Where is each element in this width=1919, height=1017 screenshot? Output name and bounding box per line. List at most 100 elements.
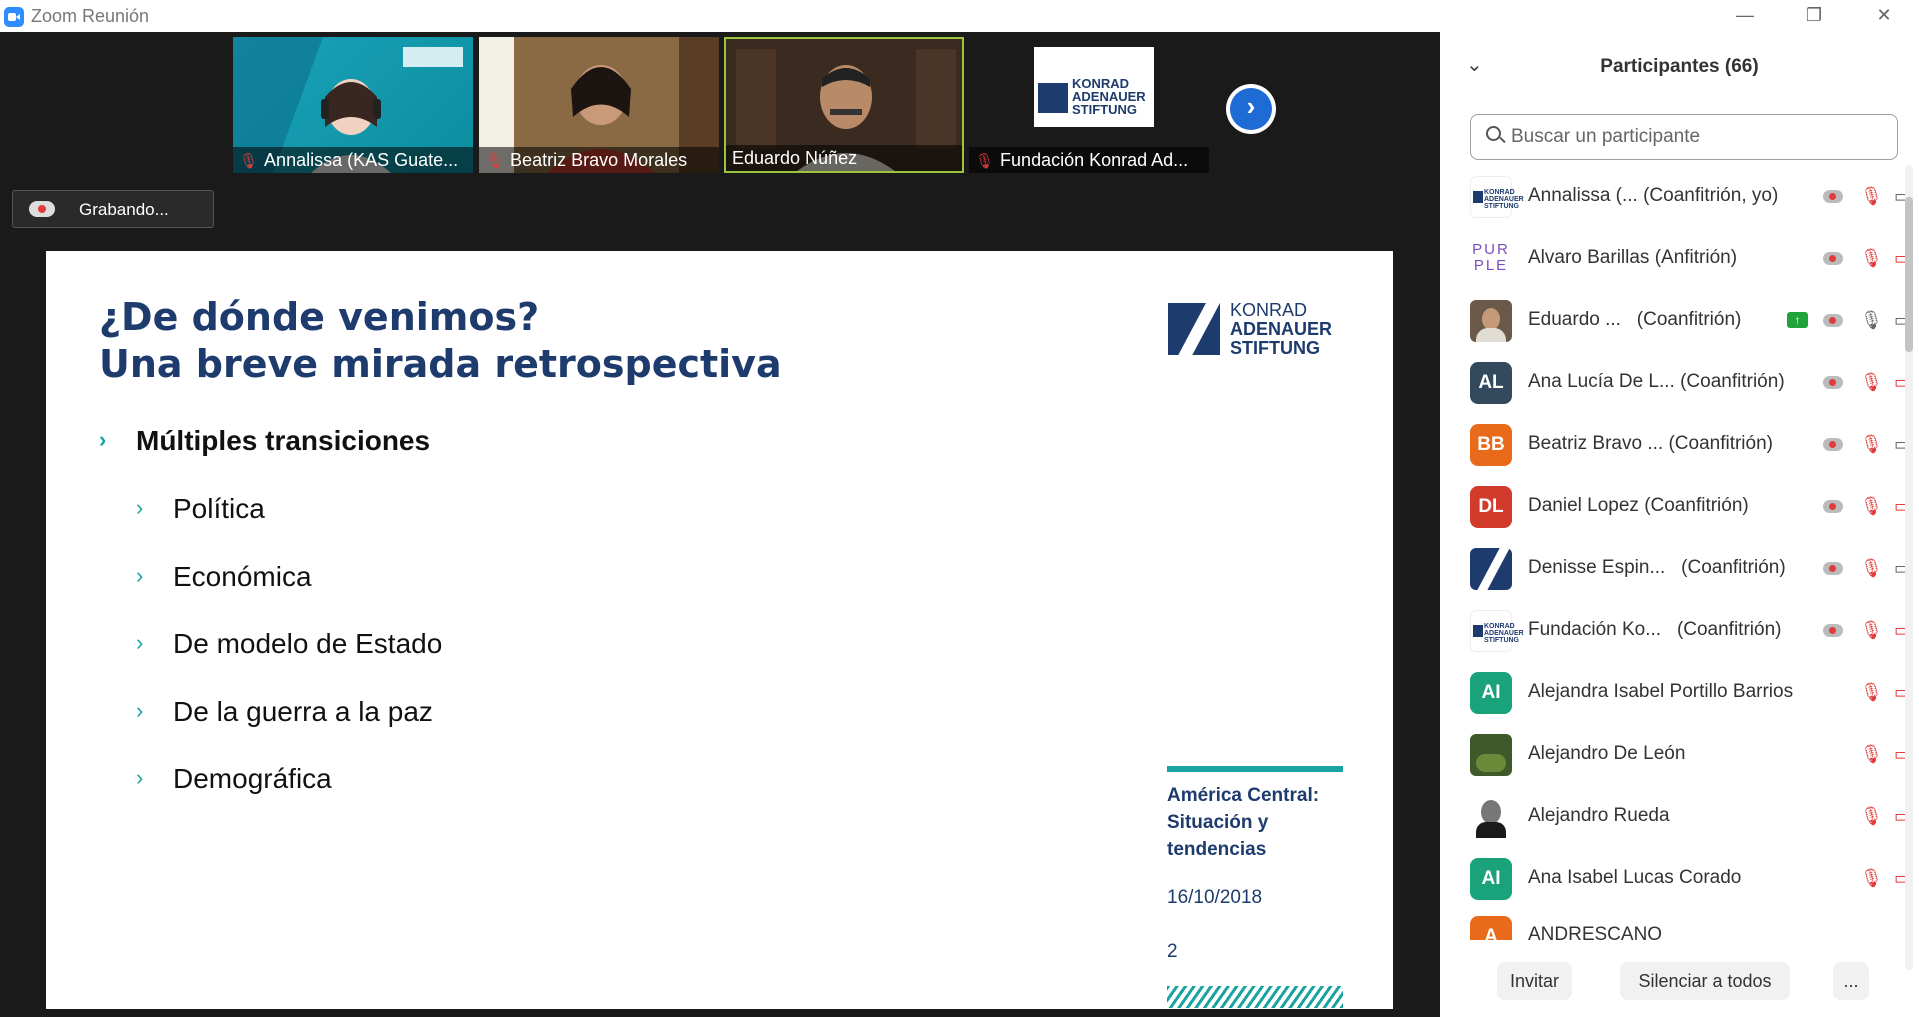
participant-search[interactable] bbox=[1470, 114, 1898, 160]
participant-name: Eduardo ... (Coanfitrión) bbox=[1528, 309, 1742, 330]
participant-row[interactable]: Alejandro Rueda 🎙 ▭ bbox=[1470, 792, 1911, 842]
mic-off-icon[interactable]: 🎙 bbox=[1860, 248, 1883, 269]
invite-button[interactable]: Invitar bbox=[1497, 962, 1572, 1000]
mic-off-icon[interactable]: 🎙 bbox=[1860, 682, 1883, 703]
participant-row[interactable]: AL Ana Lucía De L... (Coanfitrión) 🎙 ▭ bbox=[1470, 358, 1911, 408]
participant-name: Ana Lucía De L... (Coanfitrión) bbox=[1528, 371, 1785, 392]
recording-icon bbox=[1823, 252, 1843, 265]
participant-avatar: A bbox=[1470, 916, 1512, 940]
video-area: 🎙 Annalissa (KAS Guate... 🎙 Beatriz Bravo … bbox=[0, 32, 1440, 1017]
restore-button[interactable]: ❐ bbox=[1779, 0, 1849, 32]
chevron-bullet-icon: › bbox=[136, 495, 144, 520]
recording-icon bbox=[1823, 624, 1843, 637]
participant-avatar: KONRAD ADENAUER STIFTUNG bbox=[1470, 176, 1524, 218]
panel-title: Participantes (66) bbox=[1600, 56, 1759, 77]
video-thumb[interactable]: 🎙 Annalissa (KAS Guate... bbox=[233, 37, 473, 173]
video-thumb-active[interactable]: Eduardo Núñez bbox=[724, 37, 964, 173]
participant-avatar bbox=[1470, 300, 1512, 342]
bullet-item: › De la guerra a la paz bbox=[136, 696, 433, 727]
participant-name: Alejandra Isabel Portillo Barrios bbox=[1528, 681, 1794, 702]
participant-row[interactable]: Eduardo ... (Coanfitrión) ↑ 🎙 ▭ bbox=[1470, 296, 1911, 346]
divider bbox=[1167, 766, 1343, 772]
participant-row[interactable]: KONRAD ADENAUER STIFTUNG Annalissa (... (C… bbox=[1470, 172, 1911, 222]
mute-all-button[interactable]: Silenciar a todos bbox=[1620, 962, 1790, 1000]
participant-avatar bbox=[1470, 734, 1512, 776]
kas-mark-icon bbox=[1168, 303, 1220, 355]
participant-avatar: PUR PLE bbox=[1470, 238, 1512, 280]
recording-icon bbox=[1823, 376, 1843, 389]
recording-icon bbox=[1823, 562, 1843, 575]
recording-icon bbox=[1823, 190, 1843, 203]
bullet-item: › Demográfica bbox=[136, 763, 332, 794]
minimize-button[interactable]: — bbox=[1710, 0, 1780, 32]
participants-scrollbar[interactable] bbox=[1905, 165, 1913, 970]
shared-slide: ¿De dónde venimos? Una breve mirada retr… bbox=[46, 251, 1393, 1009]
mic-off-icon[interactable]: 🎙 bbox=[1860, 744, 1883, 765]
search-input[interactable] bbox=[1511, 125, 1881, 149]
participant-name: Beatriz Bravo ... (Coanfitrión) bbox=[1528, 433, 1773, 454]
participant-avatar: AL bbox=[1470, 362, 1512, 404]
participant-name: Alejandro De León bbox=[1528, 743, 1686, 764]
slide-title: ¿De dónde venimos? Una breve mirada retr… bbox=[99, 295, 782, 386]
slide-date: 16/10/2018 bbox=[1167, 887, 1263, 908]
more-options-button[interactable]: ... bbox=[1833, 962, 1869, 1000]
screen-share-icon: ↑ bbox=[1787, 312, 1808, 328]
mic-off-icon[interactable]: 🎙 bbox=[1860, 186, 1883, 207]
participant-avatar: BB bbox=[1470, 424, 1512, 466]
kas-logo: KONRAD ADENAUER STIFTUNG bbox=[1034, 47, 1154, 127]
cloud-record-icon bbox=[29, 201, 55, 217]
recording-badge[interactable]: Grabando... bbox=[12, 190, 214, 228]
mic-off-icon[interactable]: 🎙 bbox=[1860, 620, 1883, 641]
scrollbar-thumb[interactable] bbox=[1905, 197, 1913, 352]
mic-on-icon[interactable]: 🎙 bbox=[1860, 310, 1883, 331]
participant-row[interactable]: KONRAD ADENAUER STIFTUNG Fundación Ko... (… bbox=[1470, 606, 1911, 656]
recording-icon bbox=[1823, 314, 1843, 327]
participant-row[interactable]: AI Ana Isabel Lucas Corado 🎙 ▭ bbox=[1470, 854, 1911, 904]
participant-avatar: DL bbox=[1470, 486, 1512, 528]
chevron-bullet-icon: › bbox=[136, 563, 144, 588]
participant-name: Fundación Ko... (Coanfitrión) bbox=[1528, 619, 1782, 640]
participant-row[interactable]: A ANDRESCANO bbox=[1470, 916, 1900, 940]
participant-row[interactable]: BB Beatriz Bravo ... (Coanfitrión) 🎙 ▭ bbox=[1470, 420, 1911, 470]
chevron-right-icon: › bbox=[1246, 91, 1256, 121]
mic-off-icon[interactable]: 🎙 bbox=[1860, 806, 1883, 827]
bullet-item: › Política bbox=[136, 493, 265, 524]
search-icon bbox=[1486, 126, 1501, 141]
participant-row[interactable]: DL Daniel Lopez (Coanfitrión) 🎙 ▭ bbox=[1470, 482, 1911, 532]
mic-off-icon: 🎙 bbox=[975, 153, 995, 170]
participant-name: 🎙 Annalissa (KAS Guate... bbox=[233, 147, 473, 173]
mic-off-icon: 🎙 bbox=[239, 153, 259, 170]
recording-icon bbox=[1823, 500, 1843, 513]
participant-avatar: AI bbox=[1470, 858, 1512, 900]
participant-row[interactable]: AI Alejandra Isabel Portillo Barrios 🎙 ▭ bbox=[1470, 668, 1911, 718]
chevron-bullet-icon: › bbox=[136, 630, 144, 655]
video-thumb[interactable]: 🎙 Beatriz Bravo Morales bbox=[479, 37, 719, 173]
window-title: Zoom Reunión bbox=[31, 6, 150, 26]
participant-row[interactable]: Denisse Espin... (Coanfitrión) 🎙 ▭ bbox=[1470, 544, 1911, 594]
kas-logo: KONRAD ADENAUER STIFTUNG bbox=[1168, 300, 1338, 358]
participant-name: Ana Isabel Lucas Corado bbox=[1528, 867, 1742, 888]
participant-name: Annalissa (... (Coanfitrión, yo) bbox=[1528, 185, 1779, 206]
participant-row[interactable]: Alejandro De León 🎙 ▭ bbox=[1470, 730, 1911, 780]
participant-name: Eduardo Núñez bbox=[726, 145, 962, 171]
mic-off-icon[interactable]: 🎙 bbox=[1860, 868, 1883, 889]
video-thumb[interactable]: KONRAD ADENAUER STIFTUNG 🎙 Fundación Konr… bbox=[969, 37, 1209, 173]
mic-off-icon[interactable]: 🎙 bbox=[1860, 558, 1883, 579]
next-page-button[interactable]: › bbox=[1226, 84, 1276, 134]
chevron-bullet-icon: › bbox=[136, 698, 144, 723]
participant-row[interactable]: PUR PLE Alvaro Barillas (Anfitrión) 🎙 ▭ bbox=[1470, 234, 1911, 284]
mic-off-icon: 🎙 bbox=[485, 153, 505, 170]
participant-name: Daniel Lopez (Coanfitrión) bbox=[1528, 495, 1749, 516]
mic-off-icon[interactable]: 🎙 bbox=[1860, 496, 1883, 517]
participant-avatar: AI bbox=[1470, 672, 1512, 714]
mic-off-icon[interactable]: 🎙 bbox=[1860, 372, 1883, 393]
close-button[interactable]: ✕ bbox=[1849, 0, 1919, 32]
participant-avatar: KONRAD ADENAUER STIFTUNG bbox=[1470, 610, 1524, 652]
bullet-main: › Múltiples transiciones bbox=[99, 425, 431, 456]
title-bar: Zoom Reunión — ❐ ✕ bbox=[0, 0, 1919, 32]
participant-name: 🎙 Fundación Konrad Ad... bbox=[969, 147, 1209, 173]
zoom-window: Zoom Reunión — ❐ ✕ 🎙 Annalissa (KAS Guate… bbox=[0, 0, 1919, 1017]
mic-off-icon[interactable]: 🎙 bbox=[1860, 434, 1883, 455]
bullet-item: › De modelo de Estado bbox=[136, 628, 443, 659]
recording-icon bbox=[1823, 438, 1843, 451]
